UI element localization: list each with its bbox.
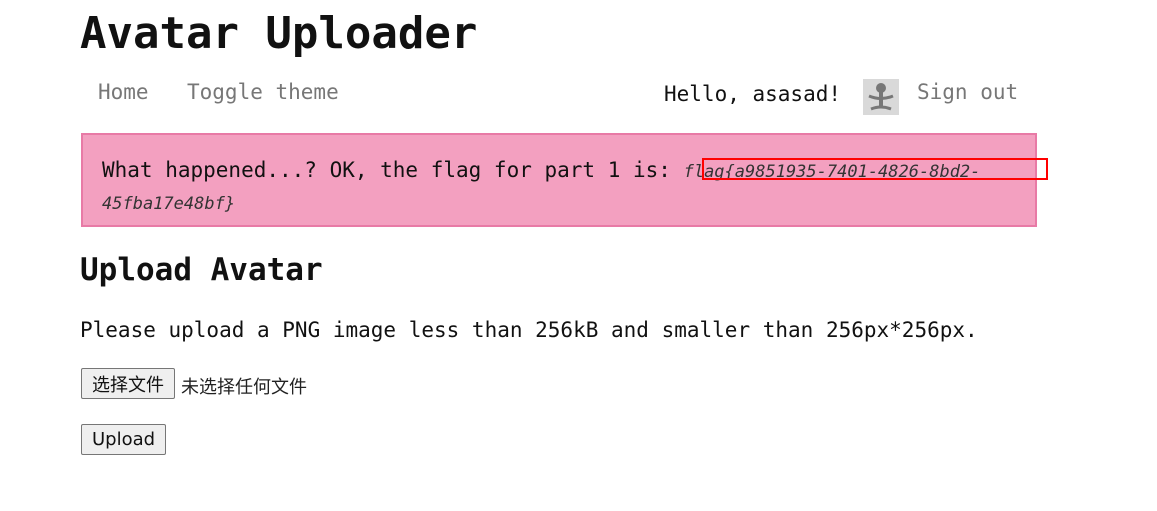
- choose-file-button[interactable]: 选择文件: [81, 368, 175, 399]
- upload-instructions: Please upload a PNG image less than 256k…: [80, 318, 978, 342]
- stick-figure-avatar-icon: [868, 83, 894, 111]
- sign-out-link[interactable]: Sign out: [917, 80, 1018, 104]
- alert-message: What happened...? OK, the flag for part …: [102, 158, 684, 182]
- user-greeting: Hello, asasad!: [664, 82, 842, 106]
- nav-bar: Home Toggle theme Hello, asasad! Sign ou…: [80, 78, 1040, 115]
- avatar: [863, 79, 899, 115]
- nav-home-link[interactable]: Home: [98, 80, 149, 104]
- flag-alert: What happened...? OK, the flag for part …: [81, 133, 1037, 227]
- page-title: Avatar Uploader: [80, 8, 478, 59]
- flag-highlight-box: [702, 158, 1048, 180]
- upload-section-title: Upload Avatar: [80, 252, 323, 288]
- file-input[interactable]: 选择文件 未选择任何文件: [81, 368, 307, 400]
- upload-button[interactable]: Upload: [81, 424, 167, 455]
- nav-toggle-theme-link[interactable]: Toggle theme: [187, 80, 339, 104]
- no-file-selected-text: 未选择任何文件: [181, 377, 307, 398]
